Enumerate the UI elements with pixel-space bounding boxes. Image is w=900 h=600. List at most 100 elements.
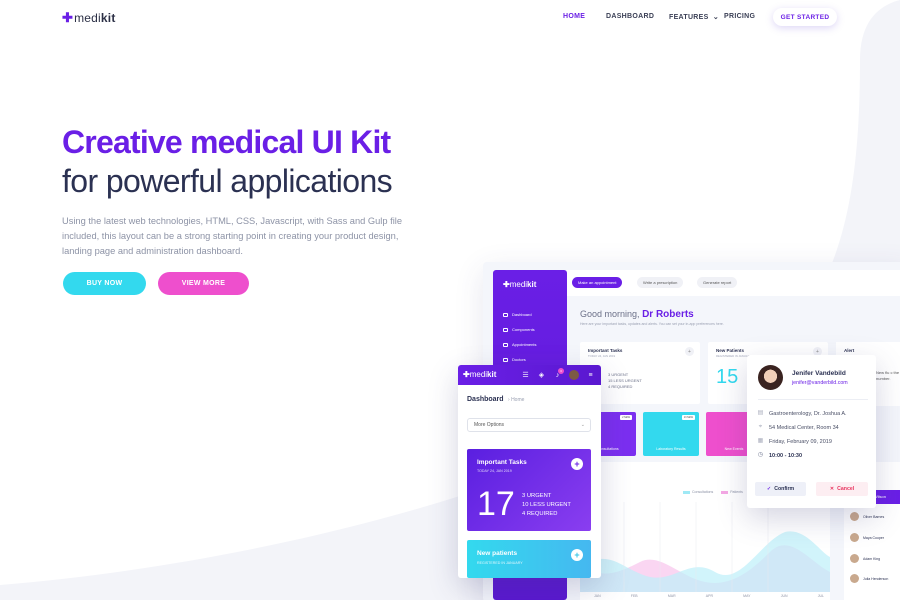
sidebar-item-label: Doctors: [512, 357, 526, 362]
cancel-button[interactable]: ✕ Cancel: [816, 482, 868, 496]
logo-text-medi: medi: [469, 370, 488, 379]
make-appointment-button[interactable]: Make an appointment: [572, 277, 623, 288]
plus-icon: ✚: [463, 370, 470, 379]
get-started-button[interactable]: GET STARTED: [773, 8, 837, 26]
pill-label: Write a prescription: [643, 280, 678, 285]
appointment-popup: Jenifer Vandebild jenifer@vanderbild.com…: [747, 355, 876, 508]
row-text: 54 Medical Center, Room 34: [769, 424, 839, 431]
greeting: Good morning, Dr Roberts: [580, 309, 694, 320]
list-item[interactable]: Julia Henderson: [850, 574, 888, 583]
dashboard-logo: ✚medikit: [503, 280, 536, 289]
person-name: Oliver Barnes: [863, 514, 885, 519]
layers-icon[interactable]: ◈: [537, 371, 546, 380]
top-navbar: ✚ medi kit HOME DASHBOARD FEATURES ⌄ PRI…: [0, 0, 900, 34]
month-label: JUN: [780, 594, 788, 598]
view-more-button[interactable]: VIEW MORE: [158, 272, 249, 295]
hero-title-line2: for powerful applications: [62, 163, 393, 199]
list-item[interactable]: Adam King: [850, 554, 880, 563]
close-icon: ✕: [829, 486, 835, 492]
buy-now-button[interactable]: BUY NOW: [63, 272, 146, 295]
dashboard-icon: [503, 312, 508, 317]
card-subtitle: TODAY 24, JAN 2019: [588, 354, 616, 358]
patient-name: Jenifer Vandebild: [792, 370, 846, 377]
plus-icon: ✚: [503, 280, 510, 289]
chevron-down-icon: ⌄: [712, 14, 720, 21]
location-icon: ⌖: [758, 424, 763, 430]
area-chart: [580, 502, 830, 592]
add-patient-button[interactable]: +: [571, 549, 583, 561]
greeting-subtitle: Here are your important tasks, updates a…: [580, 322, 724, 326]
user-avatar[interactable]: [569, 370, 579, 380]
doctor-name: Dr Roberts: [642, 309, 694, 320]
card-date: TODAY 24, JAN 2019: [477, 469, 512, 473]
tile-badge: 2 NEW: [620, 415, 632, 420]
dashboard-topbar: Make an appointment Write a prescription…: [567, 270, 900, 296]
person-name: Adam King: [863, 556, 881, 561]
components-icon: [503, 327, 508, 332]
breadcrumb-home[interactable]: Home: [511, 397, 524, 403]
add-icon[interactable]: +: [685, 347, 694, 356]
alert-text: New flu c the states number.: [876, 370, 900, 381]
avatar: [850, 533, 859, 542]
logo-text-kit: kit: [487, 370, 497, 379]
list-item[interactable]: Maya Cooper: [850, 533, 884, 542]
patient-avatar: [758, 365, 783, 390]
legend-label: Patients: [730, 490, 743, 494]
add-task-button[interactable]: +: [571, 458, 583, 470]
check-icon: ✓: [766, 486, 772, 492]
generate-report-button[interactable]: Generate report: [697, 277, 738, 288]
sidebar-item-doctors[interactable]: Doctors: [503, 357, 526, 362]
sidebar-item-appointments[interactable]: Appointments: [503, 342, 536, 347]
chart-months: JAN FEB MAR APR MAY JUN JUL: [594, 594, 824, 598]
legend-swatch: [721, 490, 729, 494]
card-title: Important Tasks: [477, 459, 527, 466]
clipboard-icon: ▤: [757, 410, 764, 416]
appointment-date: ▦ Friday, February 09, 2019: [757, 438, 832, 445]
appointment-department: ▤ Gastroenterology, Dr. Joshua A.: [757, 410, 847, 417]
tile-badge: 13 NEW: [681, 415, 695, 420]
menu-icon[interactable]: ≡: [586, 371, 595, 380]
appointment-location: ⌖ 54 Medical Center, Room 34: [757, 424, 839, 431]
plus-icon: ✚: [62, 10, 74, 25]
card-title: New patients: [477, 550, 518, 557]
sidebar-item-label: Dashboard: [512, 312, 532, 317]
clock-icon: ◷: [757, 452, 764, 458]
mobile-header-icons: ☰ ◈ ♪ 3 ≡: [521, 367, 595, 380]
pill-label: Make an appointment: [578, 280, 617, 285]
tasks-stats: 3 URGENT 10 LESS URGENT 4 REQUIRED: [522, 492, 571, 519]
tile-lab-results[interactable]: 13 NEW Laboratory Results: [643, 412, 699, 456]
doctor-icon: [503, 357, 508, 362]
bell-icon[interactable]: ♪ 3: [553, 367, 564, 380]
tile-label: Laboratory Results: [656, 447, 686, 451]
row-text: 10:00 - 10:30: [769, 452, 803, 459]
mobile-header: ✚medikit ☰ ◈ ♪ 3 ≡: [458, 365, 601, 385]
confirm-button[interactable]: ✓ Confirm: [755, 482, 806, 496]
legend-patients: Patients: [721, 490, 743, 494]
patient-email[interactable]: jenifer@vanderbild.com: [792, 380, 848, 386]
sidebar-item-components[interactable]: Components: [503, 327, 535, 332]
alert-title: Alert: [844, 348, 855, 353]
divider: [758, 399, 868, 400]
nav-pricing[interactable]: PRICING: [724, 13, 755, 20]
month-label: MAR: [667, 594, 676, 598]
sidebar-item-dashboard[interactable]: Dashboard: [503, 312, 532, 317]
brand-logo[interactable]: ✚ medi kit: [62, 10, 116, 26]
nav-home[interactable]: HOME: [563, 13, 585, 20]
mobile-logo[interactable]: ✚medikit: [463, 370, 496, 379]
calendar-icon: ▦: [757, 438, 764, 444]
message-icon[interactable]: ☰: [521, 371, 530, 380]
card-title: New Patients: [716, 348, 745, 353]
notification-badge: 3: [558, 367, 564, 374]
chevron-right-icon: ›: [508, 397, 510, 403]
nav-dashboard[interactable]: DASHBOARD: [606, 13, 654, 20]
list-item[interactable]: Oliver Barnes: [850, 512, 884, 521]
more-options-select[interactable]: More Options ⌄: [467, 418, 591, 432]
tasks-count: 17: [477, 485, 515, 523]
nav-features[interactable]: FEATURES ⌄: [669, 13, 719, 21]
select-label: More Options: [474, 422, 505, 428]
logo-text-medi: medi: [509, 280, 528, 289]
person-name: Julia Henderson: [863, 576, 889, 581]
write-prescription-button[interactable]: Write a prescription: [637, 277, 684, 288]
month-label: APR: [705, 594, 713, 598]
sidebar-item-label: Components: [512, 327, 535, 332]
